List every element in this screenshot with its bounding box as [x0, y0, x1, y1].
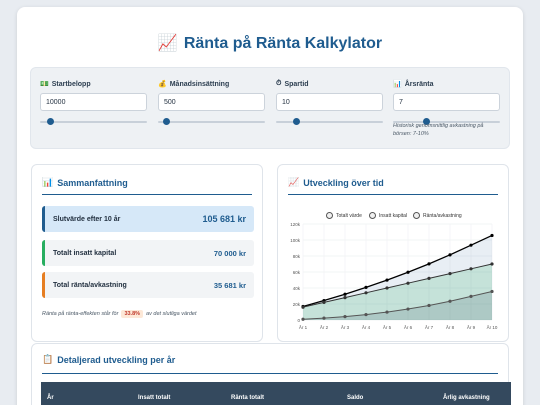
y-tick-label: 40k: [293, 286, 301, 291]
x-tick-label: År 3: [341, 324, 350, 330]
data-point[interactable]: [364, 291, 368, 295]
x-tick-label: År 1: [299, 324, 308, 330]
start-amount-slider[interactable]: [40, 118, 147, 126]
x-tick-label: År 8: [446, 324, 455, 330]
x-tick-label: År 4: [362, 324, 371, 330]
data-point[interactable]: [322, 316, 326, 320]
x-tick-label: År 5: [383, 324, 392, 330]
y-tick-label: 80k: [293, 254, 301, 259]
x-tick-label: År 7: [425, 324, 434, 330]
interest-rate-input[interactable]: 7: [393, 93, 500, 111]
table-header-row: År Insatt totalt Ränta totalt Saldo Årli…: [41, 382, 511, 405]
monthly-deposit-input[interactable]: 500: [158, 93, 265, 111]
col-header-year[interactable]: År: [47, 395, 54, 401]
data-point[interactable]: [301, 305, 305, 309]
data-point[interactable]: [406, 270, 410, 274]
chart-up-icon: 📈: [157, 35, 178, 52]
growth-chart: 0 20k 40k 60k 80k 100k 120k År 1 År 2 År 3 År 4 År …: [290, 222, 498, 330]
slider-knob[interactable]: [293, 118, 300, 125]
data-point[interactable]: [490, 262, 494, 266]
saving-period-input[interactable]: 10: [276, 93, 383, 111]
data-point[interactable]: [406, 307, 410, 311]
data-point[interactable]: [406, 281, 410, 285]
data-point[interactable]: [343, 296, 347, 300]
rate-hint: Historisk genomsnittlig avkastning på bö…: [393, 123, 484, 137]
y-tick-label: 0: [297, 318, 300, 323]
start-amount-field: 💵 Startbelopp 10000: [40, 79, 148, 126]
col-header-balance[interactable]: Saldo: [347, 395, 363, 401]
data-point[interactable]: [469, 243, 473, 247]
data-point[interactable]: [427, 276, 431, 280]
x-tick-label: År 9: [467, 324, 476, 330]
x-tick-label: År 6: [404, 324, 413, 330]
chart-panel: 📈 Utveckling över tid Totalt värde Insatt…: [277, 164, 509, 342]
invested-row: Totalt insatt kapital 70 000 kr: [42, 240, 254, 266]
y-tick-label: 100k: [290, 238, 301, 243]
slider-knob[interactable]: [163, 118, 170, 125]
return-row: Total ränta/avkastning 35 681 kr: [42, 272, 254, 298]
x-tick-label: År 2: [320, 324, 329, 330]
money-bag-icon: 💰: [158, 81, 167, 88]
monthly-deposit-slider[interactable]: [158, 118, 265, 126]
data-point[interactable]: [301, 317, 305, 321]
data-point[interactable]: [385, 286, 389, 290]
compound-note: Ränta på ränta-effekten står för 33.8% a…: [42, 310, 197, 318]
x-tick-label: År 10: [487, 324, 498, 330]
bar-chart-icon: 📊: [393, 81, 402, 88]
data-point[interactable]: [343, 314, 347, 319]
data-point[interactable]: [427, 303, 431, 308]
page-title: 📈 Ränta på Ränta Kalkylator: [157, 35, 383, 52]
data-point[interactable]: [385, 310, 389, 314]
bar-chart-icon: 📊: [42, 177, 54, 187]
stopwatch-icon: ⏱: [276, 80, 282, 87]
saving-period-field: ⏱ Spartid 10: [276, 79, 384, 126]
data-point[interactable]: [322, 300, 326, 304]
data-point[interactable]: [364, 285, 368, 289]
summary-panel: 📊 Sammanfattning Slutvärde efter 10 år 10…: [31, 164, 263, 342]
data-point[interactable]: [490, 289, 494, 294]
data-point[interactable]: [385, 278, 389, 282]
y-tick-label: 120k: [290, 222, 301, 227]
data-point[interactable]: [469, 267, 473, 271]
y-tick-label: 60k: [293, 270, 301, 275]
col-header-yearly-return[interactable]: Årlig avkastning: [443, 395, 490, 401]
data-point[interactable]: [448, 253, 452, 257]
col-header-invested[interactable]: Insatt totalt: [138, 395, 170, 401]
final-value-row: Slutvärde efter 10 år 105 681 kr: [42, 206, 254, 232]
interest-rate-field: 📊 Årsränta 7: [393, 79, 501, 126]
data-point[interactable]: [490, 233, 494, 238]
y-tick-label: 20k: [293, 302, 301, 307]
data-point[interactable]: [469, 294, 473, 298]
monthly-deposit-field: 💰 Månadsinsättning 500: [158, 79, 266, 126]
slider-knob[interactable]: [47, 118, 54, 125]
saving-period-slider[interactable]: [276, 118, 383, 126]
data-point[interactable]: [364, 312, 368, 317]
col-header-interest[interactable]: Ränta totalt: [231, 395, 264, 401]
data-point[interactable]: [427, 262, 431, 266]
data-point[interactable]: [448, 272, 452, 276]
clipboard-icon: 📋: [42, 354, 54, 364]
data-point[interactable]: [448, 299, 452, 303]
money-icon: 💵: [40, 81, 49, 88]
data-point[interactable]: [343, 292, 347, 296]
start-amount-input[interactable]: 10000: [40, 93, 147, 111]
